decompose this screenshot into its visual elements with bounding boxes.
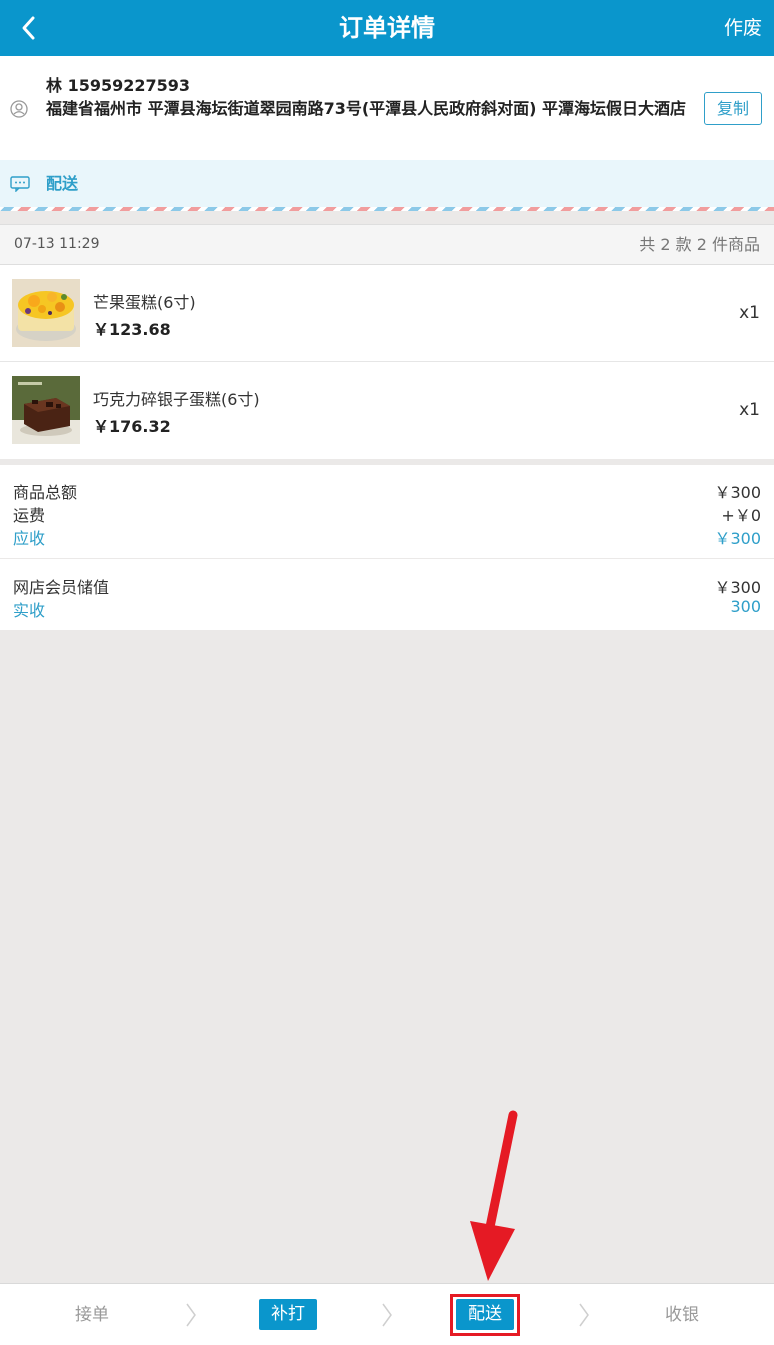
chocolate-cake-image	[12, 376, 80, 444]
item-price: ￥176.32	[93, 417, 171, 436]
delivery-method-label: 配送	[46, 174, 79, 193]
shipping-label: 运费	[13, 506, 46, 525]
item-name: 巧克力碎银子蛋糕(6寸)	[93, 390, 260, 409]
received-row: 实收 300	[13, 597, 761, 620]
step-reprint-button[interactable]: 补打	[259, 1299, 317, 1330]
list-item: 巧克力碎银子蛋糕(6寸) ￥176.32 x1	[0, 362, 774, 459]
subtotal-row: 商品总额 ￥300	[13, 479, 761, 502]
header-bar: 订单详情 作废	[0, 0, 774, 56]
recipient-name-phone: 林 15959227593	[46, 76, 191, 95]
payment-method-value: ￥300	[714, 578, 761, 597]
chevron-right-icon	[186, 1303, 196, 1327]
list-item: 芒果蛋糕(6寸) ￥123.68 x1	[0, 265, 774, 362]
order-items-list: 芒果蛋糕(6寸) ￥123.68 x1 巧克力碎银子蛋糕(6寸) ￥176.32…	[0, 265, 774, 459]
copy-address-button[interactable]: 复制	[704, 92, 762, 125]
message-icon	[10, 176, 30, 192]
void-order-button[interactable]: 作废	[724, 0, 762, 56]
receivable-value: ￥300	[714, 529, 761, 548]
step-cashier-button[interactable]: 收银	[632, 1284, 732, 1345]
step-deliver-button[interactable]: 配送	[456, 1299, 514, 1330]
order-workflow-bar: 接单 补打 配送 收银	[0, 1283, 774, 1345]
mango-cake-image	[12, 279, 80, 347]
delivery-method-row: 配送	[0, 160, 774, 208]
shipping-row: 运费 +￥0	[13, 502, 761, 525]
recipient-address: 福建省福州市 平潭县海坛街道翠园南路73号(平潭县人民政府斜对面) 平潭海坛假日…	[46, 99, 687, 118]
payment-method-row: 网店会员储值 ￥300	[13, 574, 761, 597]
received-label: 实收	[13, 601, 46, 620]
page-title: 订单详情	[339, 14, 435, 42]
shipping-value: +￥0	[721, 506, 761, 525]
receivable-label: 应收	[13, 529, 46, 548]
order-info-bar: 07-13 11:29 共 2 款 2 件商品	[0, 224, 774, 265]
order-time: 07-13 11:29	[14, 236, 100, 252]
received-value: 300	[730, 597, 761, 616]
item-quantity: x1	[739, 400, 760, 420]
receivable-row: 应收 ￥300	[13, 525, 761, 548]
price-summary: 商品总额 ￥300 运费 +￥0 应收 ￥300	[0, 465, 774, 558]
payment-method-label: 网店会员储值	[13, 578, 110, 597]
payment-summary: 网店会员储值 ￥300 实收 300	[0, 559, 774, 630]
chevron-right-icon	[382, 1303, 392, 1327]
item-name: 芒果蛋糕(6寸)	[93, 293, 196, 312]
red-arrow-annotation	[470, 1110, 518, 1281]
subtotal-value: ￥300	[714, 483, 761, 502]
item-quantity: x1	[739, 303, 760, 323]
chevron-right-icon	[579, 1303, 589, 1327]
step-accept-button[interactable]: 接单	[42, 1284, 142, 1345]
user-icon	[10, 100, 28, 118]
item-price: ￥123.68	[93, 320, 171, 339]
item-count: 共 2 款 2 件商品	[639, 235, 760, 254]
address-section: 林 15959227593 福建省福州市 平潭县海坛街道翠园南路73号(平潭县人…	[0, 56, 774, 160]
envelope-stripe-divider	[0, 207, 774, 211]
subtotal-label: 商品总额	[13, 483, 78, 502]
